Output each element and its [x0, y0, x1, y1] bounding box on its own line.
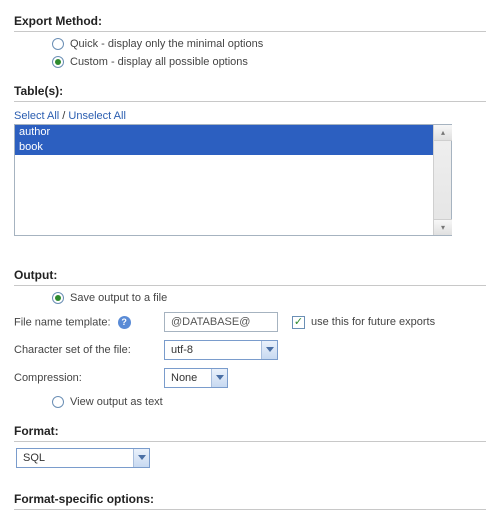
radio-icon [52, 396, 64, 408]
export-method-heading: Export Method: [14, 8, 486, 32]
compression-value: None [165, 372, 211, 384]
chevron-down-icon [211, 369, 227, 387]
format-specific-heading: Format-specific options: [14, 486, 486, 510]
radio-icon [52, 56, 64, 68]
format-value: SQL [17, 452, 133, 464]
format-select[interactable]: SQL [16, 448, 150, 468]
help-icon[interactable]: ? [118, 316, 131, 329]
charset-select[interactable]: utf-8 [164, 340, 278, 360]
export-method-quick-row[interactable]: Quick - display only the minimal options [52, 38, 486, 50]
filename-template-label: File name template: ? [14, 316, 164, 329]
view-output-row[interactable]: View output as text [52, 396, 486, 408]
save-output-row[interactable]: Save output to a file [52, 292, 486, 304]
radio-icon [52, 292, 64, 304]
filename-template-row: File name template: ? use this for futur… [14, 312, 486, 332]
export-method-custom-label: Custom - display all possible options [70, 56, 248, 68]
future-exports-label: use this for future exports [311, 316, 435, 328]
radio-icon [52, 38, 64, 50]
export-method-quick-label: Quick - display only the minimal options [70, 38, 263, 50]
list-item[interactable]: book [15, 140, 433, 155]
chevron-down-icon [133, 449, 149, 467]
future-exports-checkbox[interactable] [292, 316, 305, 329]
output-heading: Output: [14, 262, 486, 286]
tables-heading: Table(s): [14, 78, 486, 102]
select-all-link[interactable]: Select All [14, 110, 59, 122]
scroll-up-icon[interactable]: ▴ [434, 125, 452, 141]
compression-row: Compression: None [14, 368, 486, 388]
compression-label: Compression: [14, 372, 164, 384]
tables-select-links: Select All / Unselect All [14, 110, 486, 122]
charset-value: utf-8 [165, 344, 261, 356]
list-item[interactable]: author [15, 125, 433, 140]
save-output-label: Save output to a file [70, 292, 167, 304]
compression-select[interactable]: None [164, 368, 228, 388]
chevron-down-icon [261, 341, 277, 359]
export-method-custom-row[interactable]: Custom - display all possible options [52, 56, 486, 68]
charset-row: Character set of the file: utf-8 [14, 340, 486, 360]
scrollbar[interactable]: ▴ ▾ [433, 125, 451, 235]
tables-listbox[interactable]: author book ▴ ▾ [14, 124, 452, 236]
charset-label: Character set of the file: [14, 344, 164, 356]
view-output-label: View output as text [70, 396, 163, 408]
filename-template-input[interactable] [164, 312, 278, 332]
unselect-all-link[interactable]: Unselect All [68, 110, 125, 122]
scroll-down-icon[interactable]: ▾ [434, 219, 452, 235]
format-heading: Format: [14, 418, 486, 442]
